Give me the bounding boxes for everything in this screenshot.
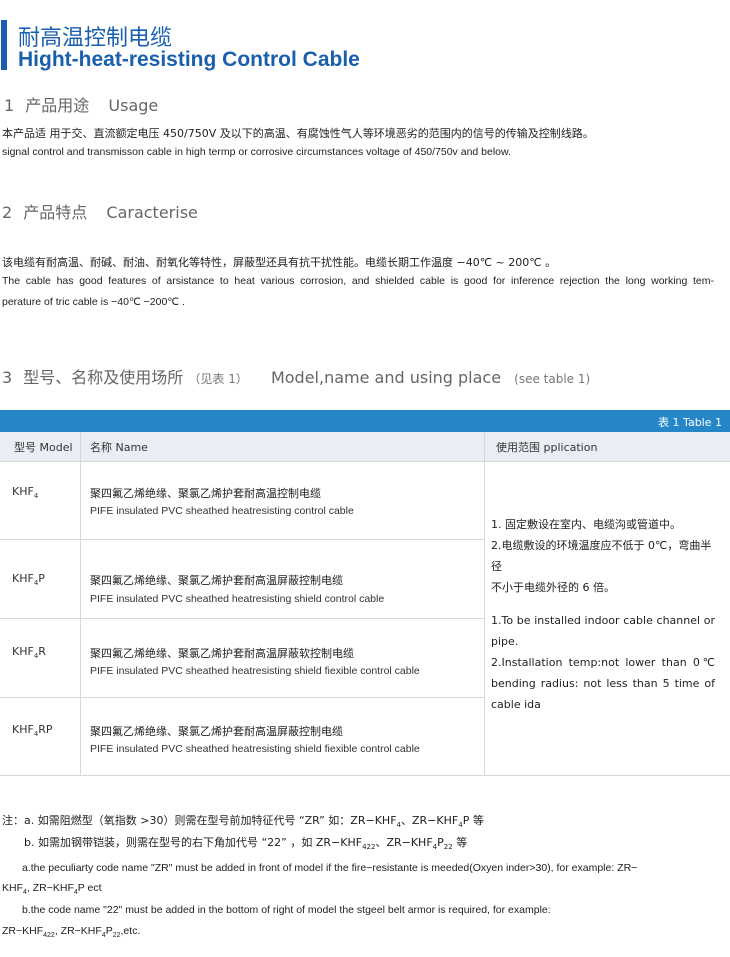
cell-model: KHF4RP xyxy=(12,723,53,739)
section-note-en: (see table 1) xyxy=(514,372,591,386)
cell-name-en: PIFE insulated PVC sheathed heatresistin… xyxy=(90,743,420,755)
section-title-cn: 产品用途 xyxy=(25,96,90,115)
table-bottom-border xyxy=(0,775,730,776)
section-number: 2 xyxy=(2,203,13,222)
note-b-en-line2: ZR−KHF422, ZR−KHF4P22,etc. xyxy=(2,925,141,940)
note-a-en-line2: KHF4, ZR−KHF4P ect xyxy=(2,882,102,897)
table-row-divider xyxy=(0,697,484,698)
cell-name-cn: 聚四氟乙烯绝缘、聚氯乙烯护套耐高温屏蔽控制电缆 xyxy=(90,725,343,738)
scope-en-1b: pipe. xyxy=(491,635,519,648)
section-title-cn: 型号、名称及使用场所 xyxy=(23,368,184,387)
scope-en-2a: 2.Installation temp:not lower than 0℃ xyxy=(491,656,715,669)
cell-name-cn: 聚四氟乙烯绝缘、聚氯乙烯护套耐高温控制电缆 xyxy=(90,487,321,500)
table-caption: 表 1 Table 1 xyxy=(658,416,722,429)
header-scope: 使用范围 pplication xyxy=(496,441,598,454)
cell-name-cn: 聚四氟乙烯绝缘、聚氯乙烯护套耐高温屏蔽控制电缆 xyxy=(90,574,343,587)
section-heading-usage: 1 产品用途 Usage xyxy=(4,92,158,116)
section-number: 3 xyxy=(2,368,13,387)
table-row-divider xyxy=(0,539,484,540)
usage-text-cn: 本产品适 用于交、直流额定电压 450/750V 及以下的高温、有腐蚀性气人等环… xyxy=(2,127,594,140)
cell-name-cn: 聚四氟乙烯绝缘、聚氯乙烯护套耐高温屏蔽软控制电缆 xyxy=(90,647,354,660)
scope-en-1a: 1.To be installed indoor cable channel o… xyxy=(491,614,715,627)
section-title-en: Usage xyxy=(108,96,159,115)
section-title-en: Model,name and using place xyxy=(270,368,502,387)
note-a-en-line1: a.the peculiarty code name "ZR" must be … xyxy=(22,862,638,874)
section-number: 1 xyxy=(4,96,15,115)
table-row-divider xyxy=(0,618,484,619)
cell-name-en: PIFE insulated PVC sheathed heatresistin… xyxy=(90,593,385,605)
cell-model: KHF4R xyxy=(12,645,46,661)
features-text-cn: 该电缆有耐高温、耐碱、耐油、耐氧化等特性，屏蔽型还具有抗干扰性能。电缆长期工作温… xyxy=(2,256,557,269)
scope-en-2c: cable ida xyxy=(491,698,541,711)
scope-cn-2b: 不小于电缆外径的 6 倍。 xyxy=(491,581,615,594)
scope-en-2b: bending radius: not less than 5 time of xyxy=(491,677,715,690)
scope-cn-2a: 2.电缆敷设的环境温度应不低于 0℃，弯曲半径 xyxy=(491,539,712,573)
section-heading-features: 2 产品特点 Caracterise xyxy=(2,199,198,223)
cell-model: KHF4P xyxy=(12,572,45,588)
title-accent-bar xyxy=(1,20,7,70)
header-model: 型号 Model xyxy=(14,441,73,454)
notes-label: 注： xyxy=(2,814,24,827)
header-name: 名称 Name xyxy=(90,441,148,454)
usage-text-en: signal control and transmisson cable in … xyxy=(2,146,511,158)
cell-model: KHF4 xyxy=(12,485,39,501)
note-b-cn: b. 如需加钢带铠装，则需在型号的右下角加代号 “22” ，如 ZR−KHF42… xyxy=(24,836,468,852)
table-caption-bar: 表 1 Table 1 xyxy=(0,410,730,432)
table-divider xyxy=(484,432,485,776)
section-note-cn: （见表 1） xyxy=(188,372,248,386)
application-scope: 1. 固定敷设在室内、电缆沟或管道中。 2.电缆敷设的环境温度应不低于 0℃，弯… xyxy=(491,514,715,715)
features-text-en-line2: perature of tric cable is −40℃ −200℃ . xyxy=(2,296,185,308)
features-text-en-line1: The cable has good features of arsistanc… xyxy=(2,275,714,287)
cell-name-en: PIFE insulated PVC sheathed heatresistin… xyxy=(90,665,420,677)
section-title-cn: 产品特点 xyxy=(23,203,88,222)
note-b-en-line1: b.the code name "22" must be added in th… xyxy=(22,904,551,916)
section-heading-model: 3 型号、名称及使用场所 （见表 1） Model,name and using… xyxy=(2,364,590,388)
note-a-cn: 注：a. 如需阻燃型（氧指数 >30）则需在型号前加特征代号 “ZR” 如：ZR… xyxy=(2,814,484,830)
table-header: 型号 Model 名称 Name 使用范围 pplication xyxy=(0,432,730,462)
table-divider xyxy=(80,432,81,776)
section-title-en: Caracterise xyxy=(106,203,198,222)
page-title-en: Hight-heat-resisting Control Cable xyxy=(18,48,360,71)
cell-name-en: PIFE insulated PVC sheathed heatresistin… xyxy=(90,505,354,517)
scope-cn-1: 1. 固定敷设在室内、电缆沟或管道中。 xyxy=(491,518,681,531)
